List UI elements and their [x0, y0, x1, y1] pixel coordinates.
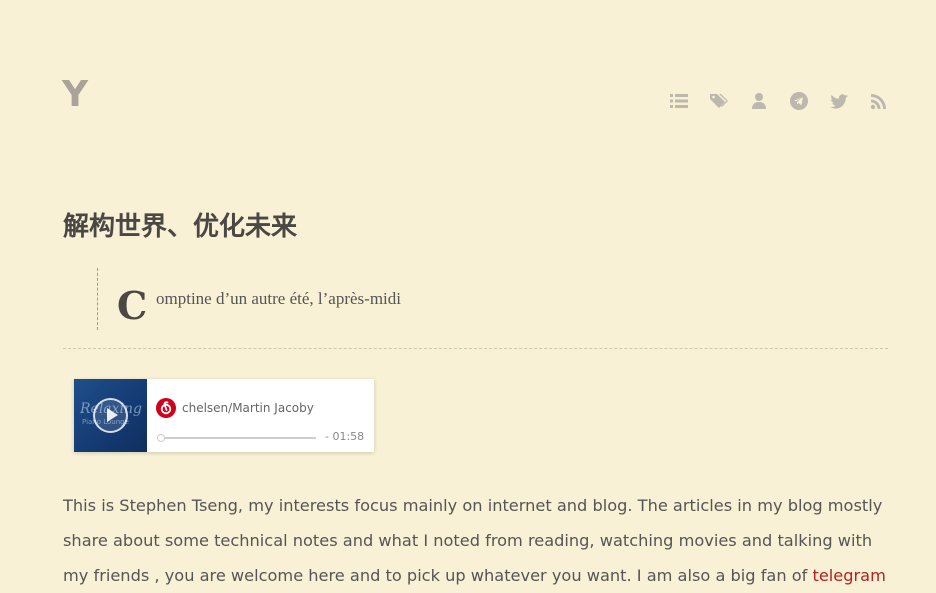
rss-icon[interactable] [870, 92, 888, 110]
user-icon[interactable] [750, 92, 768, 110]
music-player: Relaxing Piano Lounge Jan Michelsen/Mart… [74, 379, 374, 452]
divider [63, 348, 888, 349]
time-remaining: - 01:58 [325, 430, 365, 443]
list-icon[interactable] [670, 92, 688, 110]
track-info: Jan Michelsen/Martin Jacoby [182, 401, 362, 415]
play-button[interactable] [93, 398, 128, 433]
track-title: Jan Michelsen/Martin Jacoby [182, 401, 314, 415]
tags-icon[interactable] [710, 92, 728, 110]
header-nav [670, 92, 888, 110]
progress-bar[interactable] [157, 434, 316, 442]
quote-block: C omptine d’un autre été, l’après-midi [97, 268, 458, 330]
page-title: 解构世界、优化未来 [63, 212, 298, 242]
quote-dropcap: C [117, 283, 148, 328]
album-cover: Relaxing Piano Lounge [74, 379, 147, 452]
telegram-link[interactable]: telegram [812, 566, 885, 585]
telegram-icon[interactable] [790, 92, 808, 110]
quote-text: omptine d’un autre été, l’après-midi [156, 289, 401, 308]
netease-music-icon [156, 398, 176, 418]
progress-knob[interactable] [157, 434, 165, 442]
bio-paragraph: This is Stephen Tseng, my interests focu… [63, 488, 888, 593]
site-logo[interactable]: Y [62, 74, 89, 115]
twitter-icon[interactable] [830, 92, 848, 110]
bio-text: This is Stephen Tseng, my interests focu… [63, 496, 883, 585]
